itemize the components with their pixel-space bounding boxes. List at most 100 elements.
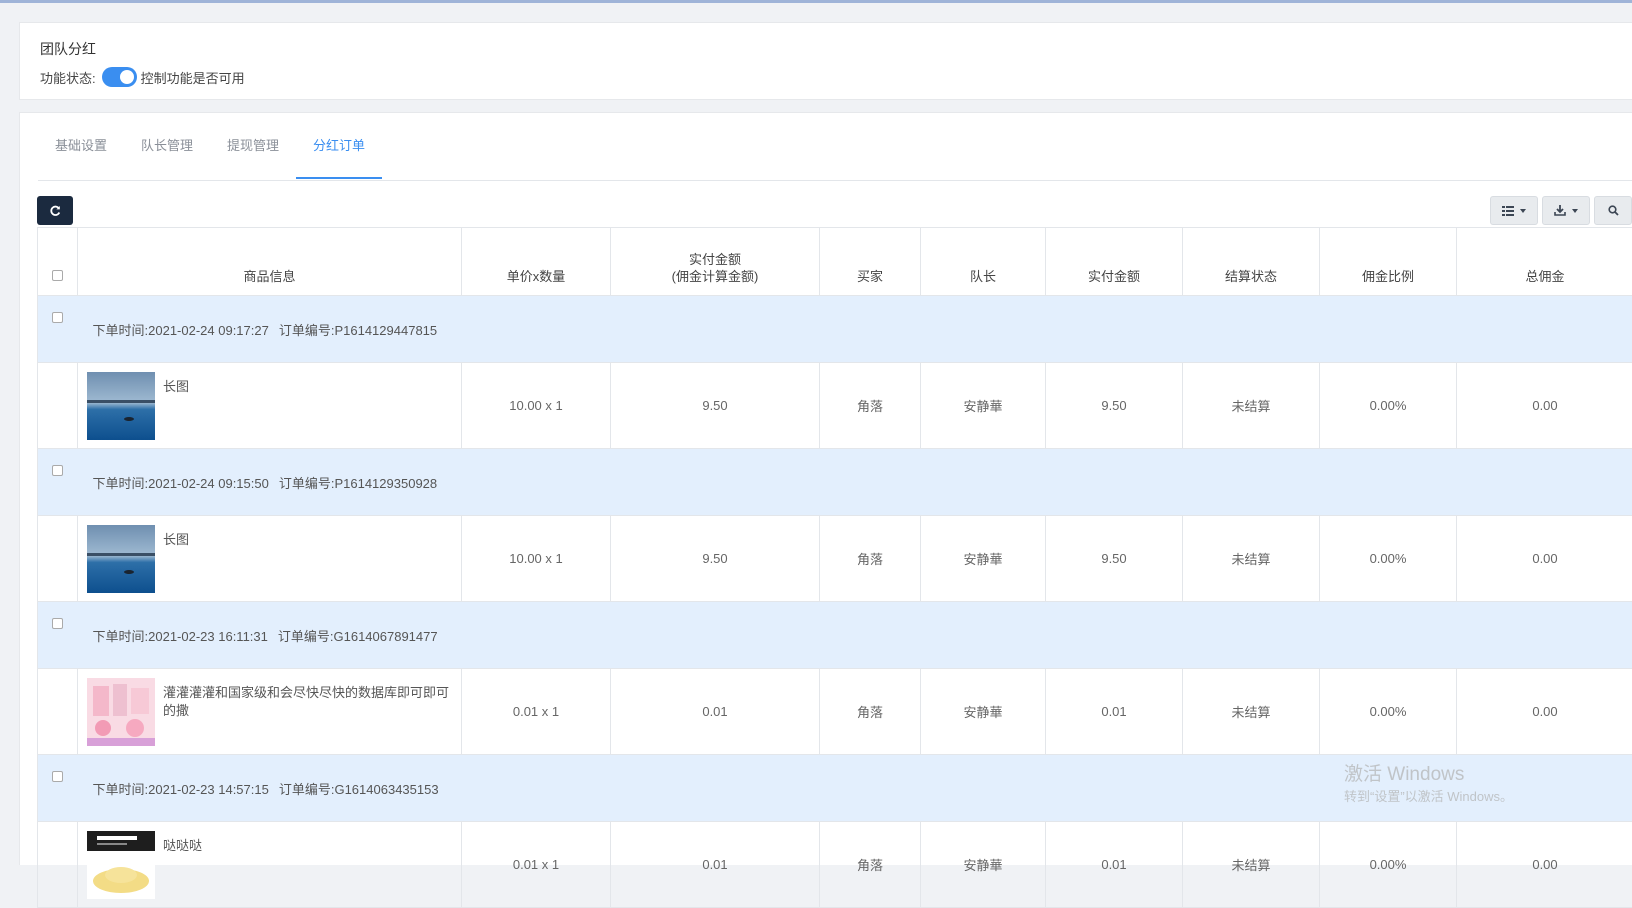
table-toolbar <box>1490 196 1632 225</box>
order-checkbox[interactable] <box>52 618 63 629</box>
order-time: 2021-02-24 09:15:50 <box>148 476 269 491</box>
orders-table: 商品信息 单价x数量 实付金额 (佣金计算金额) 买家 队长 实付金额 结算状态… <box>37 227 1632 908</box>
columns-button[interactable] <box>1490 196 1538 225</box>
price-qty: 0.01 x 1 <box>462 669 611 755</box>
goods-thumbnail[interactable] <box>87 372 155 440</box>
order-number: P1614129350928 <box>334 476 437 491</box>
tab-withdraw-management[interactable]: 提现管理 <box>210 129 296 179</box>
search-icon <box>1608 205 1619 216</box>
tab-leader-management[interactable]: 队长管理 <box>124 129 210 179</box>
price-qty: 10.00 x 1 <box>462 363 611 449</box>
goods-cell: 灌灌灌灌和国家级和会尽快尽快的数据库即可即可的撒 <box>78 669 462 755</box>
table-header-row: 商品信息 单价x数量 实付金额 (佣金计算金额) 买家 队长 实付金额 结算状态… <box>38 228 1632 296</box>
order-number: G1614063435153 <box>334 782 438 797</box>
chevron-down-icon <box>1572 209 1578 213</box>
order-no-label: 订单编号: <box>279 476 335 491</box>
chevron-down-icon <box>1520 209 1526 213</box>
download-icon <box>1554 205 1566 216</box>
order-info-cell: 下单时间:2021-02-24 09:15:50 订单编号:P1614129350… <box>78 449 1632 516</box>
goods-name[interactable]: 灌灌灌灌和国家级和会尽快尽快的数据库即可即可的撒 <box>163 678 452 720</box>
order-info-cell: 下单时间:2021-02-24 09:17:27订单编号:P1614129447… <box>78 296 1632 363</box>
price-qty: 10.00 x 1 <box>462 516 611 602</box>
item-spacer-cell <box>38 363 78 449</box>
status-description: 控制功能是否可用 <box>141 68 245 87</box>
col-leader: 队长 <box>921 228 1046 296</box>
commission-rate: 0.00% <box>1320 516 1457 602</box>
buyer-name: 角落 <box>820 669 921 755</box>
paid-amount: 0.01 <box>1046 669 1183 755</box>
windows-activation-watermark: 激活 Windows <box>1344 759 1464 786</box>
order-time: 2021-02-24 09:17:27 <box>148 323 269 338</box>
goods-thumbnail[interactable] <box>87 678 155 746</box>
col-rate: 佣金比例 <box>1320 228 1457 296</box>
goods-cell: 长图 <box>78 363 462 449</box>
order-time-label: 下单时间: <box>93 476 149 491</box>
search-button[interactable] <box>1594 196 1632 225</box>
col-price-qty: 单价x数量 <box>462 228 611 296</box>
col-paid: 实付金额 <box>1046 228 1183 296</box>
order-number: G1614067891477 <box>334 629 438 644</box>
refresh-icon <box>49 205 61 217</box>
goods-name[interactable]: 哒哒哒 <box>163 831 202 855</box>
total-commission: 0.00 <box>1457 669 1632 755</box>
settlement-status: 未结算 <box>1183 669 1320 755</box>
order-checkbox[interactable] <box>52 312 63 323</box>
total-commission: 0.00 <box>1457 363 1632 449</box>
toggle-knob <box>120 70 134 84</box>
total-commission: 0.00 <box>1457 516 1632 602</box>
order-info: 下单时间:2021-02-24 09:15:50 订单编号:P1614129350… <box>79 473 1632 492</box>
orders-panel: 基础设置 队长管理 提现管理 分红订单 <box>19 112 1632 865</box>
leader-name: 安静華 <box>921 363 1046 449</box>
list-icon <box>1502 206 1514 216</box>
leader-name: 安静華 <box>921 516 1046 602</box>
feature-toggle[interactable] <box>102 67 137 87</box>
paid-amount: 9.50 <box>1046 516 1183 602</box>
goods-name[interactable]: 长图 <box>163 372 189 396</box>
order-select-cell <box>38 296 78 363</box>
settlement-status: 未结算 <box>1183 516 1320 602</box>
col-buyer: 买家 <box>820 228 921 296</box>
select-all-cell <box>38 228 78 296</box>
paid-calc-amount: 9.50 <box>611 516 820 602</box>
goods-info: 长图 <box>79 525 460 593</box>
select-all-checkbox[interactable] <box>52 270 63 281</box>
tab-basic-settings[interactable]: 基础设置 <box>38 129 124 179</box>
page-title: 团队分红 <box>40 39 96 59</box>
order-no-label: 订单编号: <box>279 323 335 338</box>
goods-name[interactable]: 长图 <box>163 525 189 549</box>
order-time-label: 下单时间: <box>93 629 149 644</box>
paid-calc-amount: 9.50 <box>611 363 820 449</box>
goods-thumbnail[interactable] <box>87 525 155 593</box>
order-header-row: 下单时间:2021-02-24 09:15:50 订单编号:P1614129350… <box>38 449 1632 516</box>
order-item-row: 长图10.00 x 19.50角落安静華9.50未结算0.00%0.00 <box>38 516 1632 602</box>
refresh-button[interactable] <box>37 196 73 225</box>
order-checkbox[interactable] <box>52 465 63 476</box>
tab-bar: 基础设置 队长管理 提现管理 分红订单 <box>38 129 1632 181</box>
order-item-row: 长图10.00 x 19.50角落安静華9.50未结算0.00%0.00 <box>38 363 1632 449</box>
order-header-row: 下单时间:2021-02-23 16:11:31订单编号:G1614067891… <box>38 602 1632 669</box>
order-select-cell <box>38 602 78 669</box>
goods-info: 灌灌灌灌和国家级和会尽快尽快的数据库即可即可的撒 <box>79 678 460 746</box>
col-paid-calc: 实付金额 (佣金计算金额) <box>611 228 820 296</box>
order-select-cell <box>38 755 78 822</box>
export-button[interactable] <box>1542 196 1590 225</box>
commission-rate: 0.00% <box>1320 363 1457 449</box>
col-paid-calc-label: 实付金额 (佣金计算金额) <box>672 252 759 284</box>
commission-rate: 0.00% <box>1320 669 1457 755</box>
item-spacer-cell <box>38 516 78 602</box>
buyer-name: 角落 <box>820 363 921 449</box>
windows-activation-hint: 转到“设置”以激活 Windows。 <box>1344 786 1513 805</box>
order-time-label: 下单时间: <box>93 782 149 797</box>
goods-info: 长图 <box>79 372 460 440</box>
top-accent-line <box>0 0 1632 3</box>
order-no-label: 订单编号: <box>278 629 334 644</box>
order-checkbox[interactable] <box>52 771 63 782</box>
buyer-name: 角落 <box>820 516 921 602</box>
paid-amount: 9.50 <box>1046 363 1183 449</box>
col-goods-info: 商品信息 <box>78 228 462 296</box>
order-item-row: 灌灌灌灌和国家级和会尽快尽快的数据库即可即可的撒0.01 x 10.01角落安静… <box>38 669 1632 755</box>
order-info: 下单时间:2021-02-24 09:17:27订单编号:P1614129447… <box>79 320 1632 339</box>
paid-calc-amount: 0.01 <box>611 669 820 755</box>
col-status: 结算状态 <box>1183 228 1320 296</box>
tab-dividend-orders[interactable]: 分红订单 <box>296 129 382 179</box>
